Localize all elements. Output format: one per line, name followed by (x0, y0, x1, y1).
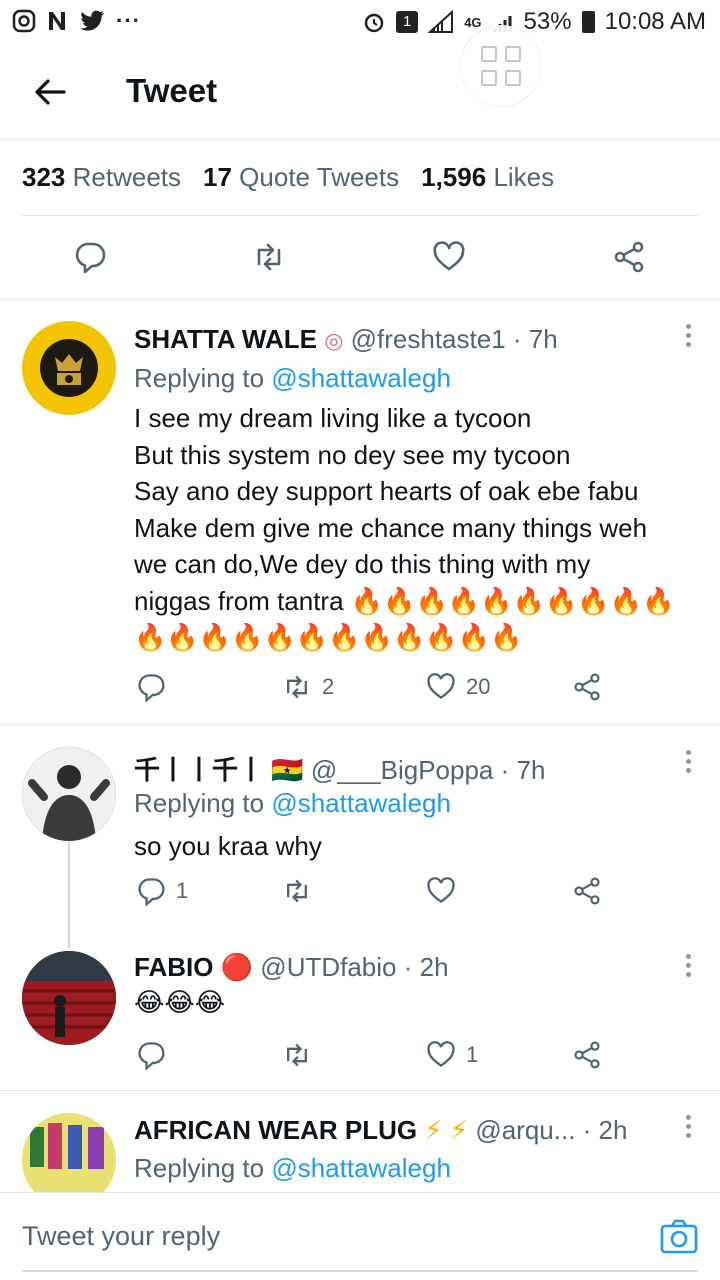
reply-composer: Tweet your reply (0, 1192, 720, 1280)
reply-actions: 1 (0, 1040, 720, 1080)
page-title: Tweet (126, 72, 218, 109)
display-name[interactable]: SHATTA WALE (134, 324, 317, 354)
stadium-photo-icon (22, 951, 116, 1045)
status-right-icons: 1 4G 53% 10:08 AM (362, 8, 706, 36)
retweets-stat[interactable]: 323 Retweets (22, 162, 181, 193)
heart-icon (427, 1041, 455, 1067)
reply-icon (138, 674, 165, 702)
avatar[interactable] (22, 1113, 116, 1192)
signal-icon (428, 10, 454, 33)
replying-to: Replying to @shattawalegh (134, 363, 451, 393)
reply-tweet[interactable]: FABIO 🔴 @UTDfabio · 2h 😂😂😂 1 (0, 946, 720, 1090)
share-button[interactable] (572, 1040, 602, 1070)
retweet-button[interactable] (282, 876, 322, 906)
status-bar: ··· 1 4G 53% 10:08 AM (0, 0, 720, 44)
reply-button[interactable]: 1 (136, 876, 188, 906)
retweet-icon[interactable] (252, 240, 286, 274)
lightning-icon: ⚡ ⚡ (424, 1115, 469, 1145)
reply-tweet[interactable]: AFRICAN WEAR PLUG ⚡ ⚡ @arqu... · 2h Repl… (0, 1091, 720, 1192)
retweet-icon (287, 675, 307, 699)
retweet-button[interactable] (282, 1040, 322, 1070)
share-icon (574, 673, 600, 701)
divider (0, 724, 720, 725)
network-type: 4G (464, 14, 482, 30)
display-name[interactable]: FABIO (134, 952, 213, 982)
tweet-header: 千丨丨千丨 🇬🇭 @___BigPoppa · 7h (134, 750, 545, 787)
flag-icon: 🇬🇭 (271, 755, 304, 785)
mention-link[interactable]: @shattawalegh (271, 788, 451, 818)
handle: @arqu... · 2h (475, 1115, 628, 1145)
camera-icon[interactable] (660, 1219, 698, 1255)
crown-logo-icon (40, 339, 98, 397)
battery-icon (581, 11, 595, 33)
replying-to: Replying to @shattawalegh (134, 1153, 451, 1183)
reply-icon (138, 1042, 165, 1070)
tweet-body: so you kraa why (134, 831, 322, 861)
handle: @___BigPoppa · 7h (310, 755, 546, 785)
share-button[interactable] (572, 672, 602, 702)
badge-icon: ◎ (324, 328, 344, 353)
alarm-icon (364, 13, 384, 33)
reply-icon[interactable] (73, 240, 107, 274)
avatar[interactable] (22, 747, 116, 841)
mention-link[interactable]: @shattawalegh (271, 363, 451, 393)
share-button[interactable] (572, 876, 602, 906)
replying-to: Replying to @shattawalegh (134, 788, 451, 818)
reply-button[interactable] (136, 1040, 176, 1070)
retweet-icon (287, 879, 307, 903)
twitter-icon (80, 10, 104, 31)
share-icon (574, 877, 600, 905)
reply-actions: 1 (0, 876, 720, 916)
more-options-icon[interactable] (684, 324, 692, 350)
share-icon[interactable] (612, 240, 646, 274)
reply-tweet[interactable]: 千丨丨千丨 🇬🇭 @___BigPoppa · 7h Replying to @… (0, 726, 720, 946)
share-icon (574, 1041, 600, 1069)
retweet-button[interactable]: 2 (282, 672, 334, 702)
handle: @UTDfabio · 2h (260, 952, 449, 982)
display-name[interactable]: 千丨丨千丨 (134, 755, 264, 785)
avatar[interactable] (22, 321, 116, 415)
instagram-icon (12, 9, 36, 33)
tweet-header: AFRICAN WEAR PLUG ⚡ ⚡ @arqu... · 2h (134, 1115, 627, 1146)
likes-stat[interactable]: 1,596 Likes (421, 162, 554, 193)
news-icon (49, 12, 65, 30)
input-underline (22, 1270, 698, 1272)
avatar[interactable] (22, 951, 116, 1045)
tweet-body: I see my dream living like a tycoon But … (134, 403, 675, 652)
handle: @freshtaste1 · 7h (350, 324, 558, 354)
sim-icon: 1 (396, 11, 419, 33)
more-options-icon[interactable] (684, 750, 692, 776)
more-options-icon[interactable] (684, 954, 692, 980)
mention-link[interactable]: @shattawalegh (271, 1153, 451, 1183)
tweet-header: FABIO 🔴 @UTDfabio · 2h (134, 952, 449, 983)
main-action-bar (0, 216, 720, 300)
reply-button[interactable] (136, 672, 176, 702)
reply-actions: 2 20 (0, 672, 720, 712)
reply-input[interactable]: Tweet your reply (22, 1221, 220, 1252)
tweet-stats: 323 Retweets 17 Quote Tweets 1,596 Likes (22, 140, 698, 216)
like-button[interactable] (426, 876, 466, 906)
status-left-icons: ··· (12, 8, 141, 34)
heart-icon (427, 877, 455, 903)
clothing-collage-icon (22, 1113, 116, 1192)
display-name[interactable]: AFRICAN WEAR PLUG (134, 1115, 417, 1145)
like-button[interactable]: 1 (426, 1040, 478, 1070)
heart-icon (427, 673, 455, 699)
quote-tweets-stat[interactable]: 17 Quote Tweets (203, 162, 399, 193)
red-circle-icon: 🔴 (220, 952, 254, 982)
like-heart-icon[interactable] (432, 240, 466, 274)
retweet-icon (287, 1043, 307, 1067)
more-options-icon[interactable] (684, 1115, 692, 1141)
person-photo-icon (22, 747, 116, 841)
more-notifications-icon: ··· (116, 8, 141, 33)
clock: 10:08 AM (604, 8, 706, 35)
reply-icon (138, 878, 165, 906)
tweet-body: 😂😂😂 (134, 987, 226, 1017)
battery-percent: 53% (523, 8, 572, 35)
like-button[interactable]: 20 (426, 672, 490, 702)
app-header: Tweet (0, 44, 720, 140)
tweet-header: SHATTA WALE ◎ @freshtaste1 · 7h (134, 324, 558, 355)
back-arrow-icon[interactable] (30, 72, 70, 112)
reply-tweet[interactable]: SHATTA WALE ◎ @freshtaste1 · 7h Replying… (0, 300, 720, 726)
